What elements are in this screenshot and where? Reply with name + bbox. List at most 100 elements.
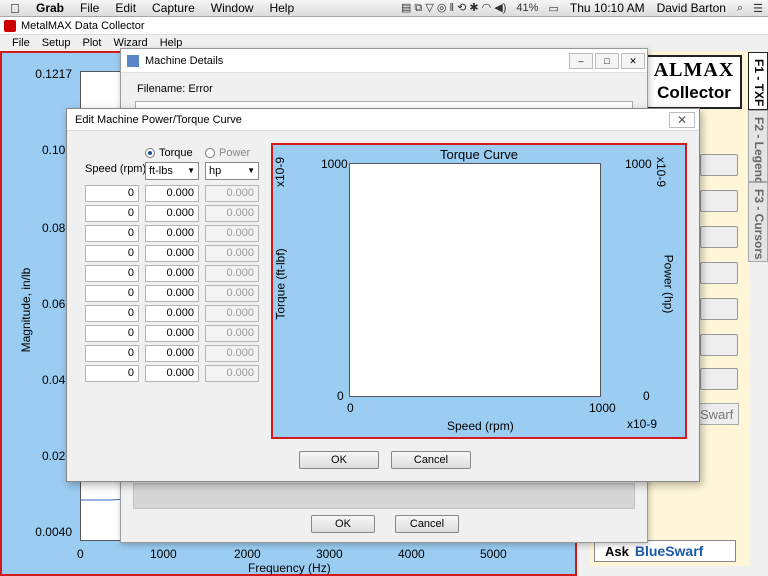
torque-radio-label: Torque [159,147,193,159]
power-cell[interactable]: 0.000 [205,285,259,302]
y2-axis-label: Power (hp) [661,254,676,314]
machine-details-ok-button[interactable]: OK [311,515,375,533]
torque-cell[interactable]: 0.000 [145,245,199,262]
torque-cell[interactable]: 0.000 [145,305,199,322]
speed-cell[interactable]: 0 [85,345,139,362]
edit-curve-title: Edit Machine Power/Torque Curve [75,113,242,126]
speed-column-label: Speed (rpm) [85,163,147,175]
x-tick: 0 [347,401,354,415]
mac-menu-file[interactable]: File [72,1,107,15]
side-button[interactable] [700,298,738,320]
power-cell[interactable]: 0.000 [205,245,259,262]
grey-panel [133,483,635,509]
battery-percent[interactable]: 41% [511,2,543,14]
dialog-ok-button[interactable]: OK [299,451,379,469]
mac-menu-help[interactable]: Help [261,1,302,15]
power-cell[interactable]: 0.000 [205,205,259,222]
notification-center-icon[interactable]: ☰ [748,2,768,15]
power-cell[interactable]: 0.000 [205,185,259,202]
logo-line2: Collector [657,83,731,102]
torque-plot-area[interactable] [349,163,601,397]
y-tick: 0.0040 [35,525,72,539]
y2-tick: 1000 [625,157,652,171]
power-cell[interactable]: 0.000 [205,365,259,382]
speed-cell[interactable]: 0 [85,245,139,262]
speed-cell[interactable]: 0 [85,205,139,222]
blueswarf-label: BlueSwarf [634,543,704,559]
app-menu-plot[interactable]: Plot [76,37,107,49]
speed-cell[interactable]: 0 [85,185,139,202]
close-button[interactable]: ✕ [621,52,645,69]
side-button[interactable] [700,226,738,248]
logo-line1: ALMAX [653,59,735,81]
torque-cell[interactable]: 0.000 [145,345,199,362]
torque-cell[interactable]: 0.000 [145,285,199,302]
tab-txf[interactable]: F1 - TXF [748,52,768,110]
y-axis-label: Torque (ft-lbf) [273,248,288,320]
side-button[interactable] [700,368,738,390]
power-unit-value: hp [209,165,222,177]
tab-cursors[interactable]: F3 - Cursors [748,182,768,262]
power-radio[interactable]: Power [205,147,250,159]
torque-unit-select[interactable]: ft-lbs ▼ [145,162,199,180]
metalmax-logo: ALMAX Collector [646,55,742,109]
x-tick: 2000 [234,547,261,561]
torque-cell[interactable]: 0.000 [145,185,199,202]
menu-user[interactable]: David Barton [651,1,732,15]
tab-legend[interactable]: F2 - Legend [748,110,768,184]
speed-cell[interactable]: 0 [85,265,139,282]
y-tick: 1000 [321,157,348,171]
y-axis-label: Magnitude, in/lb [19,267,33,353]
machine-details-cancel-button[interactable]: Cancel [395,515,459,533]
x-tick: 3000 [316,547,343,561]
minimize-button[interactable]: – [569,52,593,69]
side-button[interactable] [700,262,738,284]
mac-menu-grab[interactable]: Grab [28,1,72,15]
y-tick: 0.082 [41,221,72,235]
mac-menu-edit[interactable]: Edit [107,1,144,15]
x-axis-label: Speed (rpm) [447,419,514,433]
maximize-button[interactable]: □ [595,52,619,69]
power-unit-select[interactable]: hp ▼ [205,162,259,180]
power-cell[interactable]: 0.000 [205,225,259,242]
y-tick: 0.023 [41,449,72,463]
app-menu-file[interactable]: File [6,37,36,49]
edit-curve-dialog: Edit Machine Power/Torque Curve ✕ Torque… [66,108,700,482]
dialog-cancel-button[interactable]: Cancel [391,451,471,469]
side-button[interactable] [700,154,738,176]
chevron-down-icon: ▼ [187,166,195,175]
y-tick: 0.043 [41,373,72,387]
power-cell[interactable]: 0.000 [205,345,259,362]
speed-cell[interactable]: 0 [85,285,139,302]
torque-cell[interactable]: 0.000 [145,325,199,342]
speed-cell[interactable]: 0 [85,365,139,382]
menu-clock[interactable]: Thu 10:10 AM [564,1,651,15]
power-cell[interactable]: 0.000 [205,265,259,282]
torque-cell[interactable]: 0.000 [145,265,199,282]
power-cell[interactable]: 0.000 [205,325,259,342]
battery-icon[interactable]: ▭ [543,2,563,15]
torque-cell[interactable]: 0.000 [145,225,199,242]
speed-cell[interactable]: 0 [85,305,139,322]
side-button[interactable] [700,190,738,212]
speed-cell[interactable]: 0 [85,325,139,342]
speed-cell[interactable]: 0 [85,225,139,242]
close-icon[interactable]: ✕ [669,111,695,128]
power-radio-label: Power [219,147,251,159]
app-menu-setup[interactable]: Setup [36,37,77,49]
ask-blueswarf-button[interactable]: Ask BlueSwarf [594,540,736,562]
torque-radio[interactable]: Torque [145,147,193,159]
status-icons[interactable]: ▤ ⧉ ▽ ◎ ‖ ⟲ ✱ ◠ ◀) [396,1,511,15]
spotlight-icon[interactable]: ⌕ [732,2,748,15]
torque-curve-chart[interactable]: Torque Curve 1000 0 1000 0 0 1000 Speed … [271,143,687,439]
power-cell[interactable]: 0.000 [205,305,259,322]
status-area: ▤ ⧉ ▽ ◎ ‖ ⟲ ✱ ◠ ◀) 41% ▭ Thu 10:10 AM Da… [396,1,768,15]
app-title: MetalMAX Data Collector [21,19,145,32]
torque-cell[interactable]: 0.000 [145,365,199,382]
apple-icon[interactable]:  [10,1,28,16]
mac-menu-window[interactable]: Window [203,1,262,15]
blueswarf-button-partial[interactable]: Swarf [697,403,739,425]
side-button[interactable] [700,334,738,356]
mac-menu-capture[interactable]: Capture [144,1,203,15]
torque-cell[interactable]: 0.000 [145,205,199,222]
